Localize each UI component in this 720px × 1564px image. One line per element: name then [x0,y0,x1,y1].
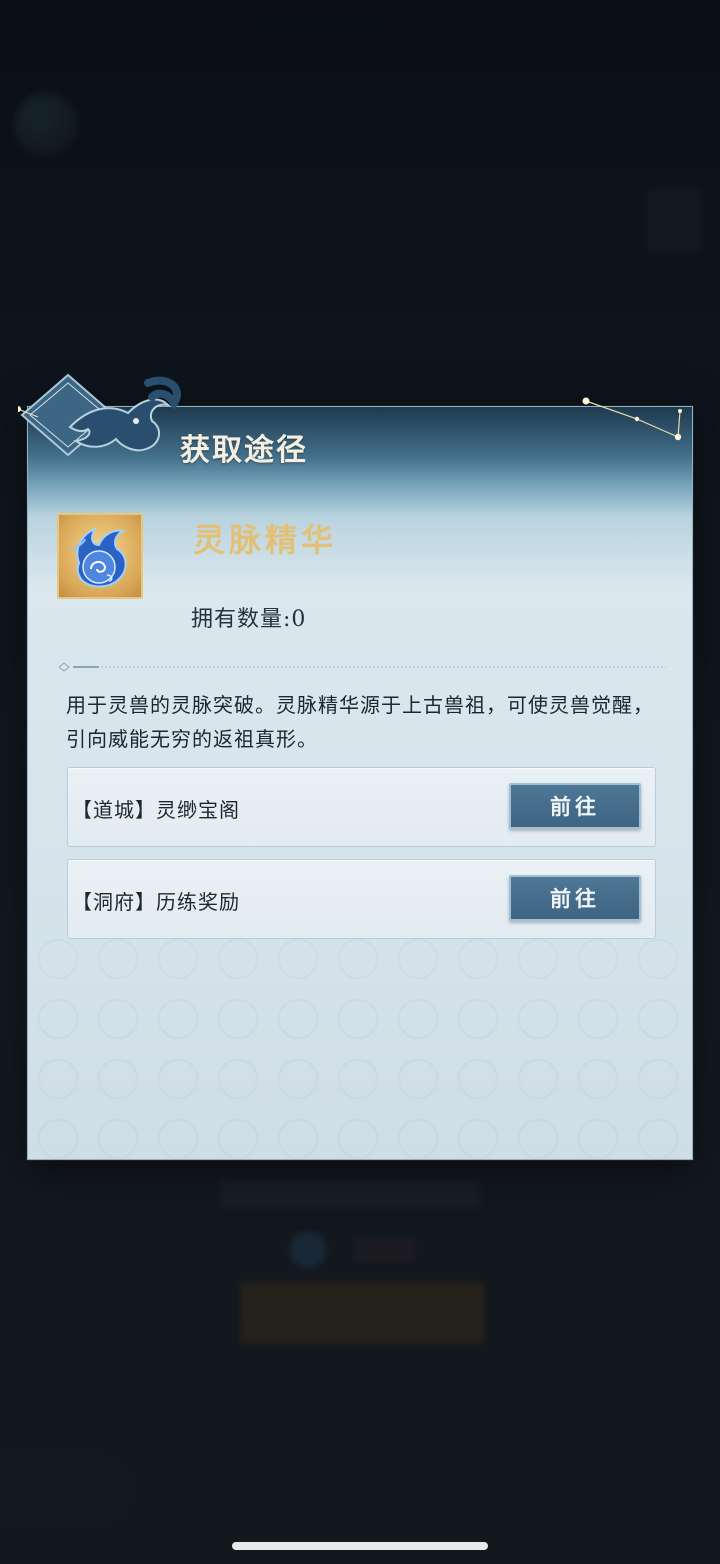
source-label: 【洞府】历练奖励 [72,890,240,914]
source-label: 【道城】灵缈宝阁 [72,798,240,822]
go-button[interactable]: 前往 [509,783,641,829]
item-description: 用于灵兽的灵脉突破。灵脉精华源于上古兽祖，可使灵兽觉醒，引向威能无穷的返祖真形。 [66,693,654,751]
dialog-title: 获取途径 [180,433,308,468]
constellation-decoration [582,397,682,441]
divider [59,662,666,672]
acquisition-dialog: 获取途径 灵脉精华 拥有数量:0 用于灵兽的灵脉突破。灵脉精华源于上古兽祖，可使… [18,373,693,1160]
item-owned-count: 拥有数量:0 [191,607,307,632]
item-name: 灵脉精华 [193,521,338,559]
source-row-dongfu: 【洞府】历练奖励 前往 [67,859,656,939]
go-button[interactable]: 前往 [509,875,641,921]
source-row-daocheng: 【道城】灵缈宝阁 前往 [67,767,656,847]
spirit-essence-icon [57,513,143,599]
beast-emblem-icon [18,373,181,457]
home-indicator[interactable] [232,1542,488,1550]
cloud-pattern [28,929,692,1159]
